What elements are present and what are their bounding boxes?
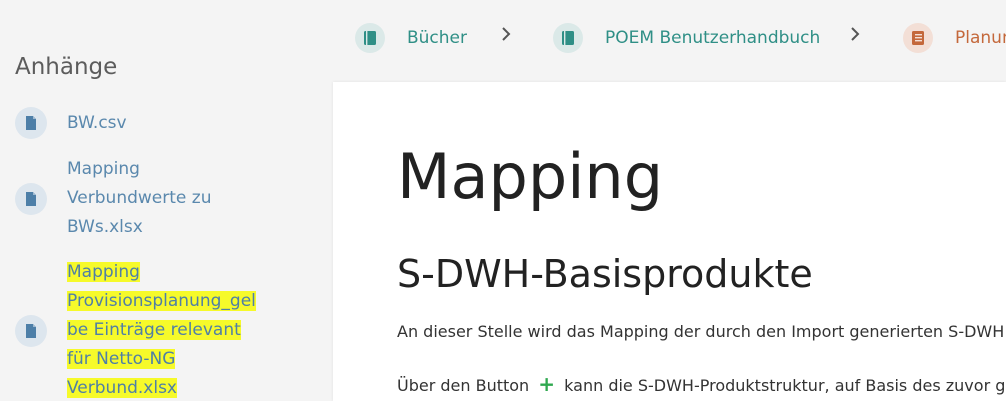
breadcrumb-item-books[interactable]: Bücher — [355, 22, 467, 54]
page-title: Mapping — [397, 140, 664, 213]
attachment-link[interactable]: Mapping Verbundwerte zu BWs.xlsx — [67, 155, 211, 242]
attachment-name-line[interactable]: für Netto-NG — [67, 349, 176, 369]
attachment-name-line[interactable]: BW.csv — [67, 113, 127, 133]
file-icon — [15, 314, 47, 347]
attachment-name-line[interactable]: Verbundwerte zu — [67, 188, 211, 208]
attachment-link[interactable]: Mapping Provisionsplanung_gel be Einträg… — [67, 258, 256, 401]
attachment-name-line[interactable]: be Einträge relevant — [67, 320, 241, 340]
plus-icon: + — [538, 372, 556, 396]
attachment-item[interactable]: Mapping Verbundwerte zu BWs.xlsx — [15, 155, 211, 242]
attachment-name-line[interactable]: Verbund.xlsx — [67, 378, 177, 398]
file-icon — [15, 107, 47, 139]
breadcrumb-label[interactable]: Bücher — [407, 28, 467, 48]
attachment-item[interactable]: BW.csv — [15, 107, 127, 139]
book-icon — [355, 23, 385, 53]
attachment-name-line[interactable]: Mapping — [67, 262, 140, 282]
breadcrumb-item-chapter[interactable]: Planun — [903, 22, 1006, 54]
attachment-name-line[interactable]: Mapping — [67, 159, 140, 179]
breadcrumb-label[interactable]: Planun — [955, 28, 1006, 48]
content-page: Mapping S-DWH-Basisprodukte An dieser St… — [333, 82, 1006, 401]
attachment-name-line[interactable]: BWs.xlsx — [67, 217, 143, 237]
chapter-icon — [903, 23, 933, 53]
paragraph: Über den Button + kann die S-DWH-Produkt… — [397, 372, 1006, 396]
chevron-right-icon — [500, 26, 512, 47]
sidebar-title: Anhänge — [15, 54, 118, 80]
file-icon — [15, 182, 47, 215]
attachment-item[interactable]: Mapping Provisionsplanung_gel be Einträg… — [15, 258, 256, 401]
attachment-name-line[interactable]: Provisionsplanung_gel — [67, 291, 256, 311]
paragraph: An dieser Stelle wird das Mapping der du… — [397, 322, 1005, 341]
paragraph-text: Über den Button — [397, 376, 530, 395]
chevron-right-icon — [849, 26, 861, 47]
paragraph-text: kann die S-DWH-Produktstruktur, auf Basi… — [564, 376, 1006, 395]
app-root: Bücher POEM Benutzerhandbuch Planu Anhän… — [0, 0, 1006, 401]
breadcrumb-item-book[interactable]: POEM Benutzerhandbuch — [553, 22, 820, 54]
attachment-link[interactable]: BW.csv — [67, 109, 127, 138]
breadcrumb-label[interactable]: POEM Benutzerhandbuch — [605, 28, 820, 48]
book-icon — [553, 23, 583, 53]
breadcrumb: Bücher POEM Benutzerhandbuch Planu — [0, 0, 1006, 80]
section-heading: S-DWH-Basisprodukte — [397, 252, 813, 296]
